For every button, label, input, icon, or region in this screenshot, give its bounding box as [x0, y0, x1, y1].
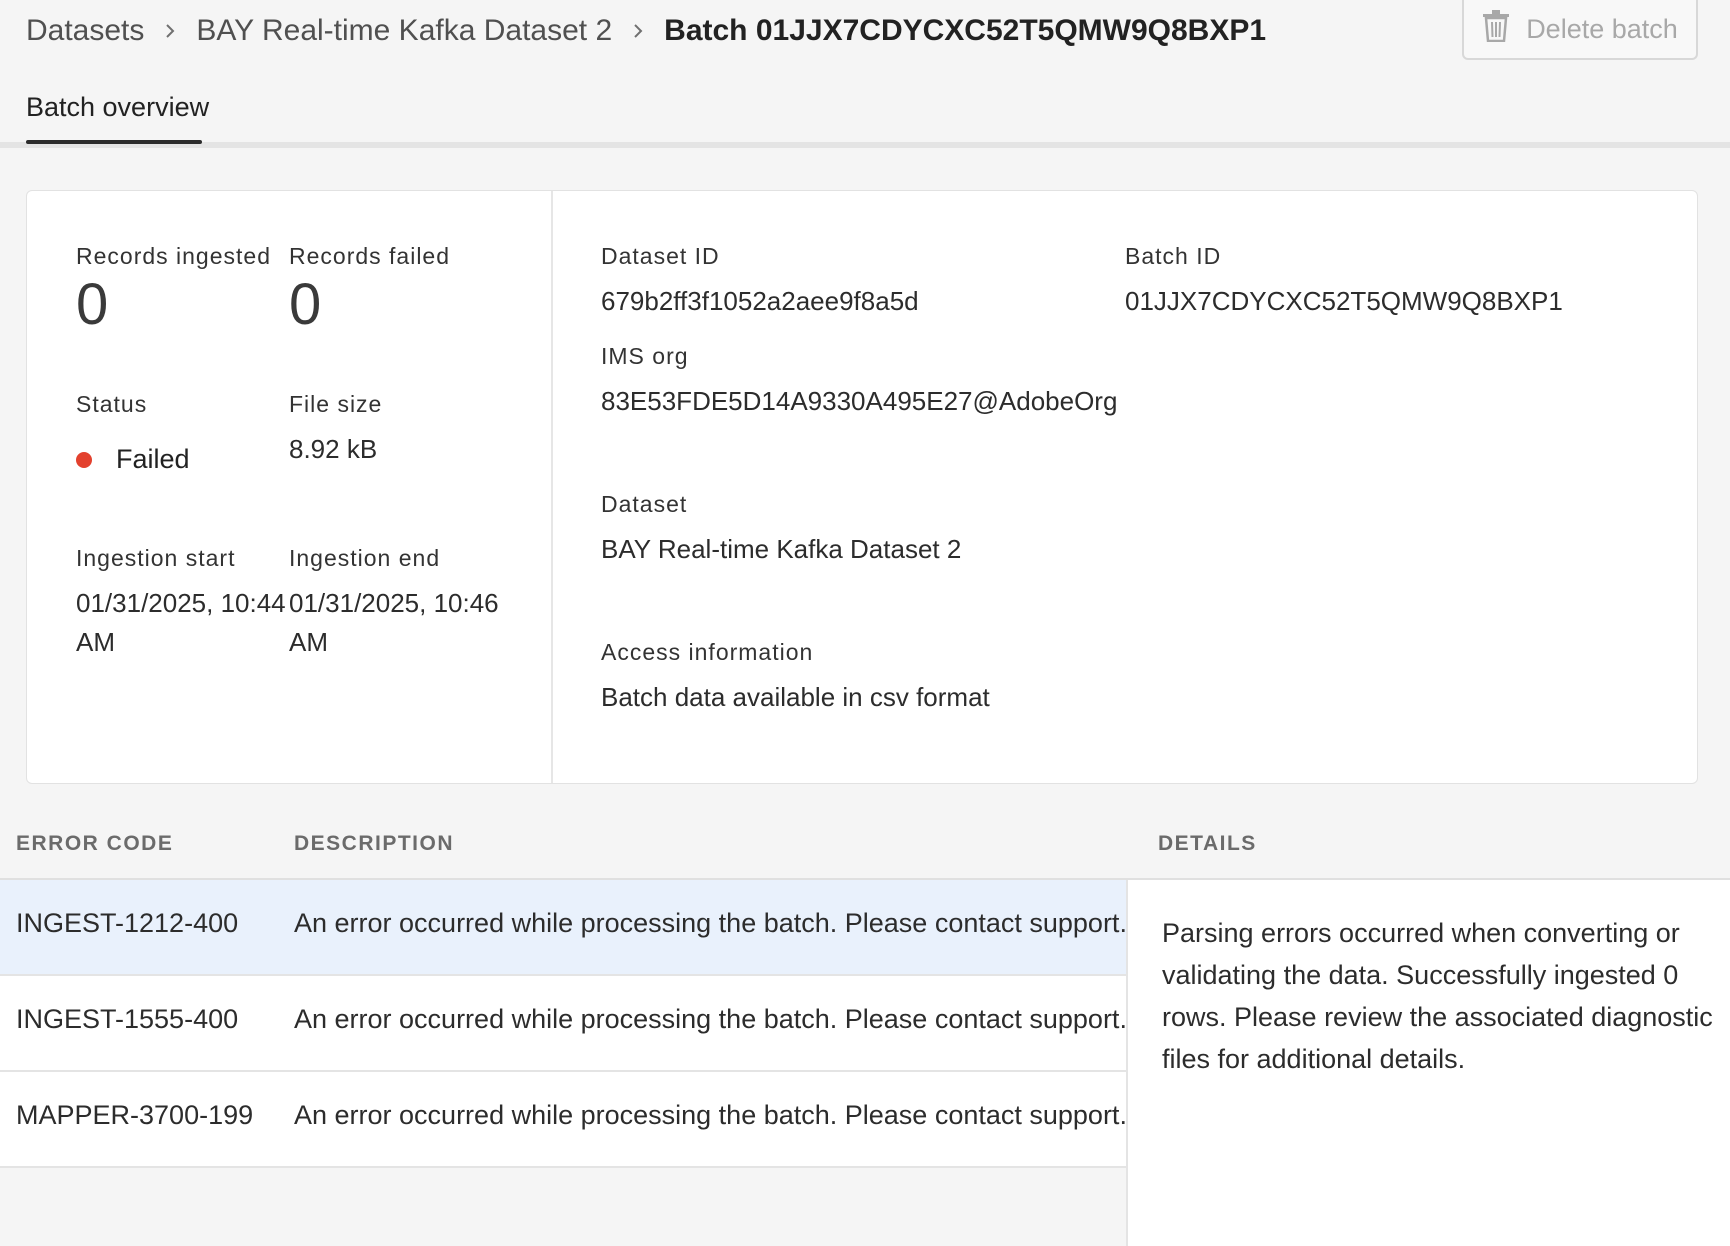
- chevron-right-icon: [632, 22, 644, 40]
- breadcrumb-datasets-link[interactable]: Datasets: [26, 14, 144, 48]
- ingestion-end-value-line2: AM: [289, 627, 328, 657]
- tab-batch-overview[interactable]: Batch overview: [26, 92, 209, 137]
- ims-org-value: 83E53FDE5D14A9330A495E27@AdobeOrg: [601, 386, 1118, 416]
- dataset-id-field: Dataset ID 679b2ff3f1052a2aee9f8a5d: [601, 243, 919, 321]
- error-code-cell: INGEST-1555-400: [16, 1004, 239, 1034]
- card-divider: [551, 191, 553, 783]
- table-row[interactable]: INGEST-1555-400 An error occurred while …: [0, 976, 1128, 1072]
- records-failed-value: 0: [289, 272, 322, 337]
- error-code-cell: INGEST-1212-400: [16, 908, 239, 938]
- access-information-field: Access information Batch data available …: [601, 639, 990, 717]
- ingestion-start-value-line1: 01/31/2025, 10:44: [76, 588, 286, 618]
- delete-batch-label: Delete batch: [1526, 13, 1678, 44]
- column-header-description: DESCRIPTION: [294, 832, 455, 855]
- ingestion-start-field: Ingestion start 01/31/2025, 10:44 AM: [76, 545, 286, 662]
- error-description-cell: An error occurred while processing the b…: [294, 1100, 1127, 1130]
- file-size-value: 8.92 kB: [289, 434, 378, 464]
- ingestion-start-value-line2: AM: [76, 627, 115, 657]
- batch-id-value: 01JJX7CDYCXC52T5QMW9Q8BXP1: [1125, 286, 1563, 316]
- status-field: Status Failed: [76, 391, 190, 475]
- records-ingested-field: Records ingested 0: [76, 243, 271, 340]
- table-row[interactable]: MAPPER-3700-199 An error occurred while …: [0, 1072, 1128, 1168]
- active-tab-indicator: [26, 140, 202, 144]
- breadcrumb: Datasets BAY Real-time Kafka Dataset 2 B…: [26, 10, 1266, 52]
- error-description-cell: An error occurred while processing the b…: [294, 908, 1127, 938]
- status-badge: Failed: [116, 444, 190, 474]
- records-ingested-label: Records ingested: [76, 243, 271, 269]
- error-description-cell: An error occurred while processing the b…: [294, 1004, 1127, 1034]
- dataset-value: BAY Real-time Kafka Dataset 2: [601, 534, 962, 564]
- breadcrumb-current: Batch 01JJX7CDYCXC52T5QMW9Q8BXP1: [664, 14, 1267, 47]
- file-size-field: File size 8.92 kB: [289, 391, 382, 469]
- status-failed-dot-icon: [76, 451, 92, 468]
- breadcrumb-dataset-link[interactable]: BAY Real-time Kafka Dataset 2: [196, 14, 612, 48]
- batch-id-label: Batch ID: [1125, 243, 1222, 269]
- access-information-value: Batch data available in csv format: [601, 682, 990, 712]
- column-header-details: DETAILS: [1158, 832, 1257, 855]
- column-header-error-code: ERROR CODE: [16, 832, 174, 855]
- ingestion-start-label: Ingestion start: [76, 545, 236, 571]
- records-failed-field: Records failed 0: [289, 243, 450, 340]
- batch-id-field: Batch ID 01JJX7CDYCXC52T5QMW9Q8BXP1: [1125, 243, 1563, 321]
- chevron-right-icon: [164, 22, 176, 40]
- ingestion-end-field: Ingestion end 01/31/2025, 10:46 AM: [289, 545, 499, 662]
- access-information-label: Access information: [601, 639, 814, 665]
- trash-icon: [1482, 9, 1510, 49]
- dataset-id-value: 679b2ff3f1052a2aee9f8a5d: [601, 286, 919, 316]
- table-row[interactable]: INGEST-1212-400 An error occurred while …: [0, 880, 1128, 976]
- error-details-panel: Parsing errors occurred when converting …: [1126, 880, 1730, 1246]
- ims-org-label: IMS org: [601, 343, 689, 369]
- error-details-text: Parsing errors occurred when converting …: [1162, 918, 1713, 1074]
- file-size-label: File size: [289, 391, 383, 417]
- dataset-id-label: Dataset ID: [601, 243, 720, 269]
- dataset-field: Dataset BAY Real-time Kafka Dataset 2: [601, 491, 961, 569]
- records-failed-label: Records failed: [289, 243, 451, 269]
- table-empty-area: [0, 1168, 1126, 1246]
- delete-batch-button[interactable]: Delete batch: [1462, 0, 1698, 60]
- page-header: Datasets BAY Real-time Kafka Dataset 2 B…: [0, 0, 1730, 62]
- status-label: Status: [76, 391, 148, 417]
- batch-overview-card: Records ingested 0 Records failed 0 Stat…: [26, 190, 1698, 784]
- error-code-cell: MAPPER-3700-199: [16, 1100, 254, 1130]
- ingestion-end-label: Ingestion end: [289, 545, 441, 571]
- ingestion-end-value-line1: 01/31/2025, 10:46: [289, 588, 499, 618]
- ims-org-field: IMS org 83E53FDE5D14A9330A495E27@AdobeOr…: [601, 343, 1117, 421]
- errors-table-header: ERROR CODE DESCRIPTION DETAILS: [0, 820, 1730, 880]
- dataset-label: Dataset: [601, 491, 688, 517]
- records-ingested-value: 0: [76, 272, 109, 337]
- tab-bar: Batch overview: [0, 82, 1730, 148]
